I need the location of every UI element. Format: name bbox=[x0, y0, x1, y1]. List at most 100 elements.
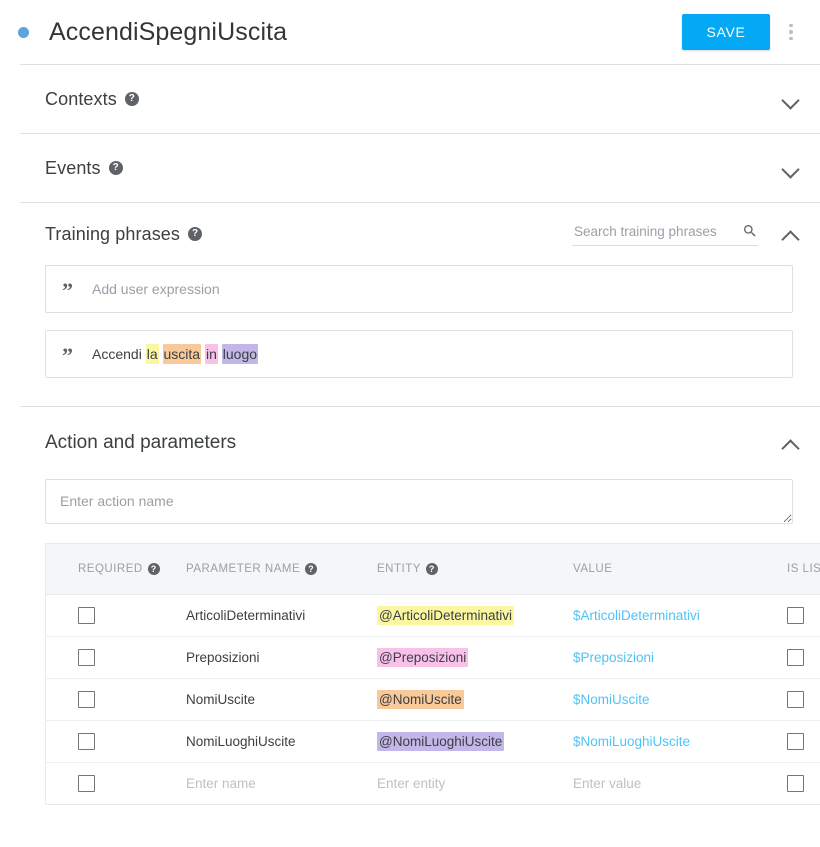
add-user-expression-placeholder: Add user expression bbox=[92, 281, 220, 297]
is-list-checkbox[interactable] bbox=[787, 607, 804, 624]
search-input[interactable] bbox=[572, 222, 726, 240]
cell-value[interactable]: $ArticoliDeterminativi bbox=[565, 594, 763, 637]
cell-parameter-name[interactable]: NomiLuoghiUscite bbox=[178, 720, 369, 763]
is-list-checkbox[interactable] bbox=[787, 775, 804, 792]
chevron-down-icon-events[interactable] bbox=[780, 157, 802, 179]
search-training-phrases[interactable] bbox=[572, 222, 758, 246]
column-header-is-list: IS LIST ? bbox=[763, 543, 820, 595]
section-title-contexts: Contexts bbox=[45, 88, 117, 109]
training-phrase-plain-token bbox=[159, 346, 163, 362]
column-header-entity: ENTITY ? bbox=[369, 543, 565, 595]
action-name-input[interactable] bbox=[45, 479, 793, 524]
entity-tag[interactable]: @NomiLuoghiUscite bbox=[377, 732, 505, 751]
training-phrase-plain-token: Accendi bbox=[92, 346, 146, 362]
table-row: ArticoliDeterminativi @ArticoliDeterminat… bbox=[45, 594, 820, 637]
table-row: NomiLuoghiUscite @NomiLuoghiUscite $NomiLu… bbox=[45, 720, 820, 763]
help-icon-required[interactable]: ? bbox=[147, 563, 160, 575]
new-parameter-name-input[interactable] bbox=[186, 776, 361, 791]
table-row: Preposizioni @Preposizioni $Preposizioni bbox=[45, 636, 820, 679]
parameters-table: REQUIRED ? PARAMETER NAME ? ENTITY ? VAL… bbox=[45, 543, 820, 805]
column-label-entity: ENTITY bbox=[377, 563, 421, 575]
chevron-down-icon-contexts[interactable] bbox=[780, 88, 802, 110]
cell-entity[interactable]: @NomiLuoghiUscite bbox=[369, 720, 565, 763]
is-list-checkbox[interactable] bbox=[787, 649, 804, 666]
table-header-row: REQUIRED ? PARAMETER NAME ? ENTITY ? VAL… bbox=[45, 543, 820, 595]
cell-parameter-name[interactable]: NomiUscite bbox=[178, 678, 369, 721]
training-phrase-entity-token[interactable]: in bbox=[204, 344, 218, 364]
intent-status-dot bbox=[18, 26, 29, 38]
cell-required bbox=[45, 678, 178, 721]
intent-header: AccendiSpegniUscita SAVE bbox=[0, 0, 820, 64]
cell-required bbox=[45, 720, 178, 763]
action-name-field-wrap bbox=[0, 479, 820, 524]
cell-is-list bbox=[763, 763, 820, 805]
column-label-parameter-name: PARAMETER NAME bbox=[186, 563, 301, 575]
add-user-expression-row[interactable]: ” Add user expression bbox=[45, 265, 793, 313]
cell-entity[interactable]: @ArticoliDeterminativi bbox=[369, 594, 565, 637]
chevron-up-icon-training-phrases[interactable] bbox=[780, 223, 802, 245]
table-row-new-parameter bbox=[46, 763, 820, 805]
help-icon-entity[interactable]: ? bbox=[425, 563, 438, 575]
chevron-up-icon-action-and-parameters[interactable] bbox=[780, 432, 802, 454]
new-entity-input[interactable] bbox=[377, 776, 557, 791]
entity-tag[interactable]: @ArticoliDeterminativi bbox=[377, 606, 514, 625]
value-text[interactable]: $Preposizioni bbox=[573, 650, 654, 665]
help-icon-parameter-name[interactable]: ? bbox=[305, 563, 318, 575]
help-icon-events[interactable]: ? bbox=[108, 161, 123, 175]
help-icon-training-phrases[interactable]: ? bbox=[188, 227, 203, 241]
more-vert-icon[interactable] bbox=[774, 12, 808, 52]
cell-new-value[interactable] bbox=[565, 763, 763, 805]
cell-value[interactable]: $NomiUscite bbox=[565, 678, 763, 721]
section-title-action-and-parameters: Action and parameters bbox=[45, 432, 237, 453]
cell-new-entity[interactable] bbox=[369, 763, 565, 805]
new-value-input[interactable] bbox=[573, 776, 755, 791]
cell-is-list bbox=[763, 636, 820, 679]
required-checkbox[interactable] bbox=[78, 607, 95, 624]
training-phrase-text: Accendi la uscita in luogo bbox=[92, 344, 259, 364]
value-text[interactable]: $ArticoliDeterminativi bbox=[573, 608, 700, 623]
training-phrase-entity-token[interactable]: la bbox=[145, 344, 159, 364]
column-header-parameter-name: PARAMETER NAME ? bbox=[178, 543, 369, 595]
cell-entity[interactable]: @NomiUscite bbox=[369, 678, 565, 721]
section-events[interactable]: Events ? bbox=[0, 134, 820, 202]
column-label-value: VALUE bbox=[573, 563, 613, 575]
table-row: NomiUscite @NomiUscite $NomiUscite bbox=[45, 678, 820, 721]
training-phrase-row[interactable]: ” Accendi la uscita in luogo bbox=[45, 330, 793, 378]
column-label-is-list: IS LIST bbox=[787, 563, 820, 575]
is-list-checkbox[interactable] bbox=[787, 733, 804, 750]
cell-new-parameter-name[interactable] bbox=[178, 763, 369, 805]
column-header-required: REQUIRED ? bbox=[45, 543, 178, 595]
value-text[interactable]: $NomiUscite bbox=[573, 692, 650, 707]
column-header-value: VALUE bbox=[565, 543, 763, 595]
required-checkbox[interactable] bbox=[78, 775, 95, 792]
cell-required bbox=[45, 636, 178, 679]
search-icon[interactable] bbox=[742, 223, 758, 239]
cell-is-list bbox=[763, 678, 820, 721]
required-checkbox[interactable] bbox=[78, 733, 95, 750]
cell-required bbox=[45, 594, 178, 637]
section-action-and-parameters-header: Action and parameters bbox=[0, 407, 820, 479]
column-label-required: REQUIRED bbox=[78, 563, 143, 575]
cell-is-list bbox=[763, 720, 820, 763]
cell-entity[interactable]: @Preposizioni bbox=[369, 636, 565, 679]
value-text[interactable]: $NomiLuoghiUscite bbox=[573, 734, 690, 749]
training-phrase-entity-token[interactable]: uscita bbox=[162, 344, 202, 364]
cell-value[interactable]: $NomiLuoghiUscite bbox=[565, 720, 763, 763]
save-button[interactable]: SAVE bbox=[682, 14, 770, 50]
help-icon-contexts[interactable]: ? bbox=[124, 92, 139, 106]
required-checkbox[interactable] bbox=[78, 649, 95, 666]
cell-is-list bbox=[763, 594, 820, 637]
required-checkbox[interactable] bbox=[78, 691, 95, 708]
section-title-training-phrases: Training phrases bbox=[45, 223, 181, 244]
entity-tag[interactable]: @NomiUscite bbox=[377, 690, 464, 709]
section-contexts[interactable]: Contexts ? bbox=[0, 65, 820, 133]
parameters-table-body: ArticoliDeterminativi @ArticoliDeterminat… bbox=[45, 594, 820, 805]
cell-value[interactable]: $Preposizioni bbox=[565, 636, 763, 679]
section-training-phrases-header: Training phrases ? bbox=[0, 203, 820, 265]
cell-parameter-name[interactable]: Preposizioni bbox=[178, 636, 369, 679]
training-phrases-list: ” Add user expression ” Accendi la uscit… bbox=[0, 265, 820, 378]
training-phrase-entity-token[interactable]: luogo bbox=[221, 344, 259, 364]
is-list-checkbox[interactable] bbox=[787, 691, 804, 708]
cell-parameter-name[interactable]: ArticoliDeterminativi bbox=[178, 594, 369, 637]
entity-tag[interactable]: @Preposizioni bbox=[377, 648, 469, 667]
